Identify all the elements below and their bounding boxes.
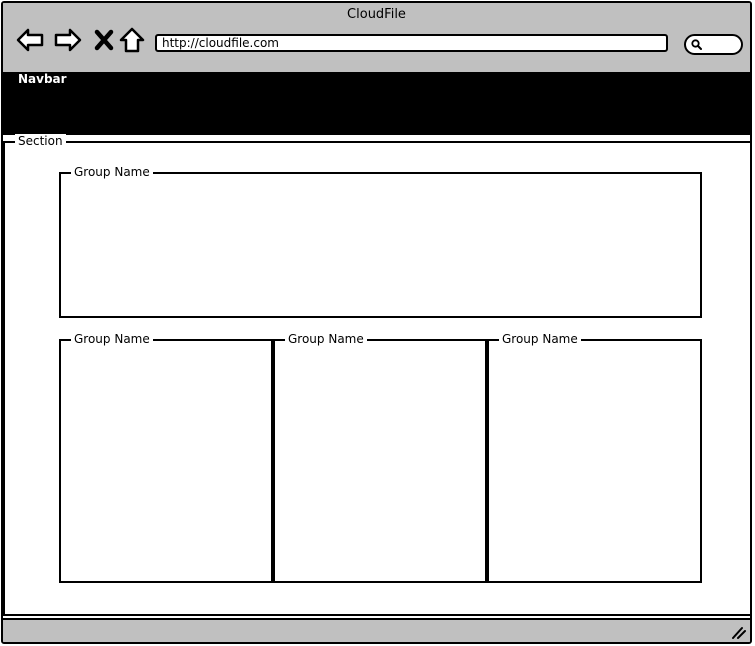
group-label: Group Name — [71, 165, 153, 179]
navbar: Navbar — [3, 72, 750, 135]
back-arrow-icon[interactable] — [15, 25, 45, 55]
section-container: Section Group Name Group Name Group Name… — [3, 134, 750, 616]
group-label: Group Name — [71, 332, 153, 346]
search-icon — [691, 39, 702, 50]
resize-grip-icon[interactable] — [730, 625, 746, 639]
window-title: CloudFile — [347, 7, 406, 22]
forward-arrow-icon[interactable] — [53, 25, 83, 55]
group-label: Group Name — [285, 332, 367, 346]
group-left: Group Name — [59, 332, 273, 583]
browser-titlebar: CloudFile http://cloudfile.com — [3, 3, 750, 74]
close-x-icon[interactable] — [89, 25, 119, 55]
group-top: Group Name — [59, 165, 702, 318]
group-middle: Group Name — [273, 332, 487, 583]
group-right: Group Name — [487, 332, 702, 583]
status-bar — [3, 618, 750, 642]
address-bar[interactable]: http://cloudfile.com — [155, 34, 668, 52]
section-label: Section — [15, 134, 66, 148]
search-field[interactable] — [684, 34, 743, 55]
home-icon[interactable] — [117, 25, 147, 55]
browser-window: CloudFile http://cloudfile.com Navbar Se… — [1, 1, 752, 644]
group-label: Group Name — [499, 332, 581, 346]
navbar-label: Navbar — [15, 72, 70, 86]
